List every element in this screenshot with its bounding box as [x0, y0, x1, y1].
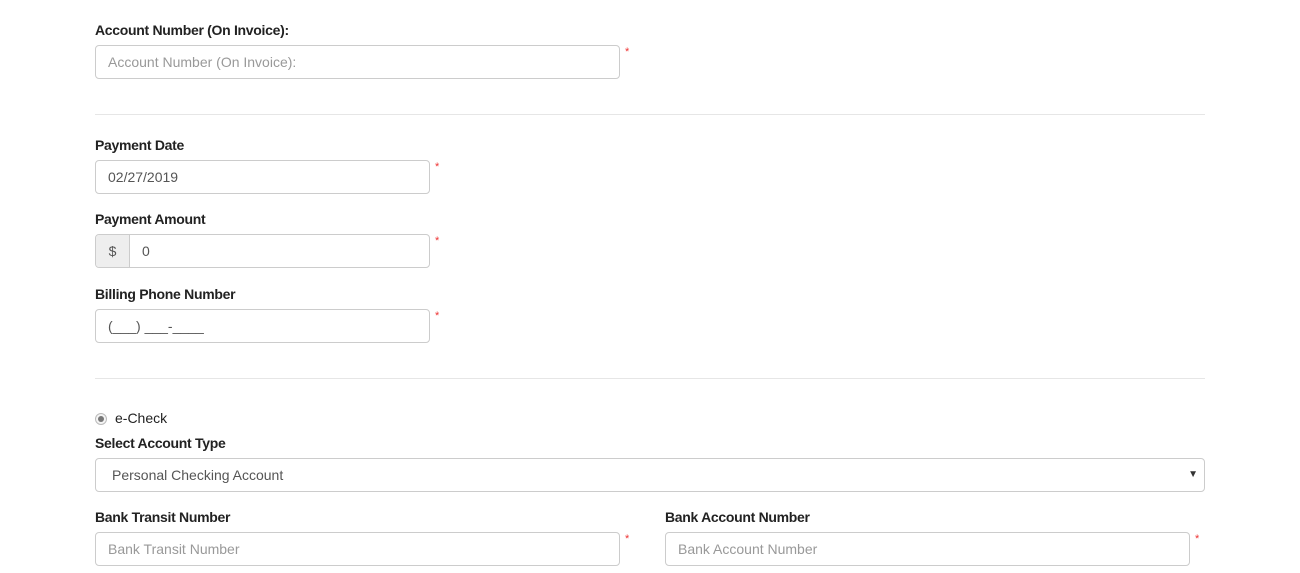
payment-amount-label: Payment Amount [95, 211, 206, 227]
payment-date-label: Payment Date [95, 137, 184, 153]
dropdown-arrow-icon: ▼ [1188, 469, 1198, 480]
account-number-input[interactable]: Account Number (On Invoice): [95, 45, 620, 79]
required-marker: * [1195, 533, 1200, 545]
payment-amount-group: $ 0 [95, 234, 430, 268]
transit-input[interactable]: Bank Transit Number [95, 532, 620, 566]
radio-dot [98, 416, 104, 422]
account-number-label: Account Number (On Invoice): [95, 22, 289, 38]
account-type-select[interactable]: Personal Checking Account ▼ [95, 458, 1205, 492]
echeck-radio[interactable] [95, 413, 107, 425]
required-marker: * [625, 533, 630, 545]
required-marker: * [435, 310, 440, 322]
account-type-value: Personal Checking Account [112, 467, 284, 483]
account-type-label: Select Account Type [95, 435, 226, 451]
required-marker: * [435, 235, 440, 247]
required-marker: * [435, 161, 440, 173]
divider [95, 378, 1205, 379]
bank-account-input[interactable]: Bank Account Number [665, 532, 1190, 566]
required-marker: * [625, 46, 630, 58]
divider [95, 114, 1205, 115]
echeck-label[interactable]: e-Check [115, 410, 167, 426]
payment-date-input[interactable]: 02/27/2019 [95, 160, 430, 194]
transit-label: Bank Transit Number [95, 509, 231, 525]
phone-label: Billing Phone Number [95, 286, 236, 302]
dollar-addon: $ [96, 235, 130, 267]
payment-amount-input[interactable]: 0 [130, 235, 429, 267]
phone-input[interactable]: (___) ___-____ [95, 309, 430, 343]
bank-account-label: Bank Account Number [665, 509, 810, 525]
